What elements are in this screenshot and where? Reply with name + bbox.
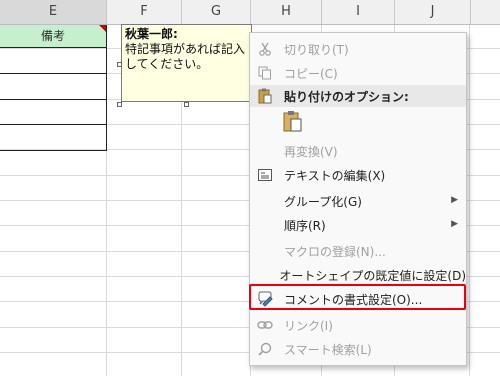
paste-clipboard-icon — [283, 110, 303, 135]
menu-item-label: リンク(I) — [284, 318, 333, 333]
order-icon — [250, 213, 280, 237]
column-label: J — [430, 4, 435, 19]
column-header-G[interactable]: G — [182, 0, 251, 24]
paste-options-header: 貼り付けのオプション: — [250, 85, 466, 107]
text-box-icon — [250, 163, 280, 187]
search-icon — [250, 337, 280, 361]
paste-options-label: 貼り付けのオプション: — [284, 89, 409, 104]
column-label: F — [140, 4, 148, 19]
column-label: I — [356, 4, 360, 19]
clipboard-icon — [250, 88, 280, 104]
menu-item-edit-text[interactable]: テキストの編集(X) — [250, 163, 466, 187]
menu-item-reconvert[interactable]: 再変換(V) — [250, 139, 466, 163]
column-header-E[interactable]: E — [0, 0, 107, 24]
menu-item-label: グループ化(G) — [284, 194, 362, 209]
submenu-arrow-icon: ▶ — [451, 219, 458, 229]
menu-item-assign-macro[interactable]: マクロの登録(N)... — [250, 239, 466, 263]
paste-button[interactable] — [280, 109, 306, 135]
menu-item-label: マクロの登録(N)... — [284, 244, 386, 259]
copy-icon — [250, 61, 280, 85]
link-icon — [250, 313, 280, 337]
menu-item-label: 切り取り(T) — [284, 42, 349, 57]
column-header-I[interactable]: I — [322, 0, 395, 24]
menu-item-label: テキストの編集(X) — [284, 168, 386, 183]
context-menu: 切り取り(T) コピー(C) 貼り付けのオプション: 再変換(V) テキストの編… — [249, 32, 467, 366]
comment-text-line-2: してください。 — [125, 57, 209, 71]
menu-item-order[interactable]: 順序(R) ▶ — [250, 213, 466, 237]
table-row — [0, 99, 107, 100]
notes-header-text: 備考 — [40, 29, 65, 43]
column-header-bar: E F G H I J — [0, 0, 500, 25]
menu-item-smart-lookup[interactable]: スマート検索(L) — [250, 337, 466, 361]
resize-handle[interactable] — [117, 62, 122, 67]
highlight-frame — [249, 284, 466, 310]
menu-item-group[interactable]: グループ化(G) ▶ — [250, 189, 466, 213]
menu-item-label: コピー(C) — [284, 66, 338, 81]
comment-text-line-1: 特記事項があれば記入 — [125, 42, 246, 56]
group-icon — [250, 189, 280, 213]
menu-item-label: スマート検索(L) — [284, 342, 372, 357]
notes-table-header[interactable]: 備考 — [0, 25, 107, 48]
scissors-icon — [250, 37, 280, 61]
submenu-arrow-icon: ▶ — [451, 195, 458, 205]
column-label: E — [48, 4, 58, 19]
cell-comment[interactable]: 秋葉一郎: 特記事項があれば記入 してください。 — [121, 24, 252, 102]
menu-item-label: 順序(R) — [284, 218, 326, 233]
menu-item-label: オートシェイプの既定値に設定(D) — [279, 268, 466, 283]
comment-indicator-icon — [99, 25, 106, 32]
table-row — [0, 124, 107, 125]
table-row — [0, 73, 107, 74]
macro-icon — [250, 239, 280, 263]
resize-handle[interactable] — [117, 102, 122, 107]
resize-handle[interactable] — [184, 102, 189, 107]
column-header-J[interactable]: J — [395, 0, 471, 24]
reconvert-icon — [250, 139, 280, 163]
column-label: H — [281, 4, 291, 19]
menu-item-label: 再変換(V) — [284, 144, 338, 159]
menu-item-link[interactable]: リンク(I) — [250, 313, 466, 337]
comment-author: 秋葉一郎: — [125, 27, 178, 41]
column-header-H[interactable]: H — [251, 0, 322, 24]
column-header-F[interactable]: F — [107, 0, 182, 24]
column-label: G — [210, 4, 222, 19]
menu-item-cut[interactable]: 切り取り(T) — [250, 37, 466, 61]
menu-item-copy[interactable]: コピー(C) — [250, 61, 466, 85]
